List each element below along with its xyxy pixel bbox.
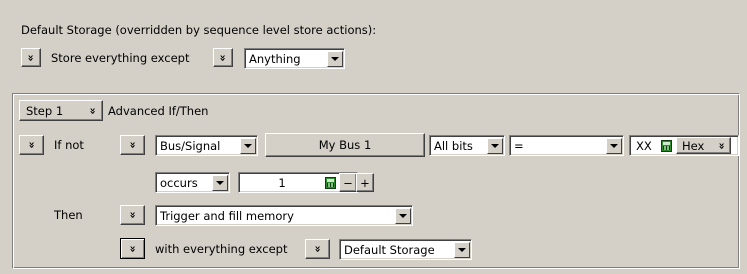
occurs-select[interactable]: occurs (155, 172, 230, 193)
with-except-options-button[interactable] (305, 239, 330, 259)
dropdown-arrow-icon[interactable] (240, 137, 256, 154)
chevron-down-icon (129, 140, 136, 150)
dropdown-arrow-icon[interactable] (454, 241, 470, 258)
chevron-down-icon (314, 244, 321, 254)
action-options-button[interactable] (120, 205, 145, 225)
step-label: Step 1 (26, 103, 64, 118)
with-label: with everything except (155, 242, 288, 256)
dropdown-arrow-icon[interactable] (487, 137, 503, 154)
storage-value: Default Storage (344, 242, 435, 257)
radix-label: Hex (682, 138, 705, 153)
bits-select[interactable]: All bits (429, 135, 505, 156)
with-options-button[interactable] (120, 238, 145, 259)
chevron-down-icon (129, 210, 136, 220)
dropdown-arrow-icon[interactable] (212, 174, 228, 191)
store-options-button[interactable] (21, 48, 41, 67)
chevron-down-icon (27, 53, 34, 63)
chevron-down-icon (129, 244, 136, 254)
step-button[interactable]: Step 1 (19, 100, 103, 121)
bus-name-button[interactable]: My Bus 1 (265, 133, 425, 157)
chevron-down-icon (28, 140, 35, 150)
count-value: 1 (278, 175, 286, 190)
if-options-button[interactable] (19, 135, 44, 155)
source-value: Bus/Signal (160, 138, 221, 153)
increment-button[interactable]: + (356, 173, 374, 192)
occurs-value: occurs (160, 175, 198, 190)
radix-button[interactable]: Hex (676, 137, 731, 154)
bits-value: All bits (434, 138, 473, 153)
plus-label: + (360, 175, 370, 190)
decrement-button[interactable]: − (339, 173, 357, 192)
store-except-options-button[interactable] (213, 48, 233, 67)
pattern-field[interactable]: XX Hex (629, 135, 739, 156)
then-label: Then (54, 208, 83, 222)
dropdown-arrow-icon[interactable] (606, 137, 622, 154)
calculator-icon[interactable] (661, 139, 672, 152)
storage-select[interactable]: Default Storage (339, 239, 472, 260)
minus-label: − (343, 175, 353, 190)
operator-value: = (514, 138, 524, 153)
store-except-select[interactable]: Anything (244, 48, 345, 69)
default-storage-heading: Default Storage (overridden by sequence … (21, 23, 377, 37)
dropdown-arrow-icon[interactable] (395, 207, 411, 224)
source-select[interactable]: Bus/Signal (155, 135, 258, 156)
chevron-down-icon (219, 53, 226, 63)
condition-options-button[interactable] (120, 135, 145, 155)
chevron-down-icon (89, 106, 96, 116)
operator-select[interactable]: = (509, 135, 624, 156)
action-value: Trigger and fill memory (160, 208, 294, 223)
bus-name-label: My Bus 1 (318, 138, 372, 152)
store-label: Store everything except (51, 51, 190, 65)
store-except-value: Anything (249, 51, 301, 66)
dropdown-arrow-icon[interactable] (327, 50, 343, 67)
if-label: If not (54, 138, 84, 152)
step-title: Advanced If/Then (108, 104, 209, 118)
chevron-down-icon (718, 141, 725, 151)
action-select[interactable]: Trigger and fill memory (155, 205, 413, 226)
calculator-icon[interactable] (325, 176, 336, 189)
pattern-value: XX (636, 138, 652, 153)
